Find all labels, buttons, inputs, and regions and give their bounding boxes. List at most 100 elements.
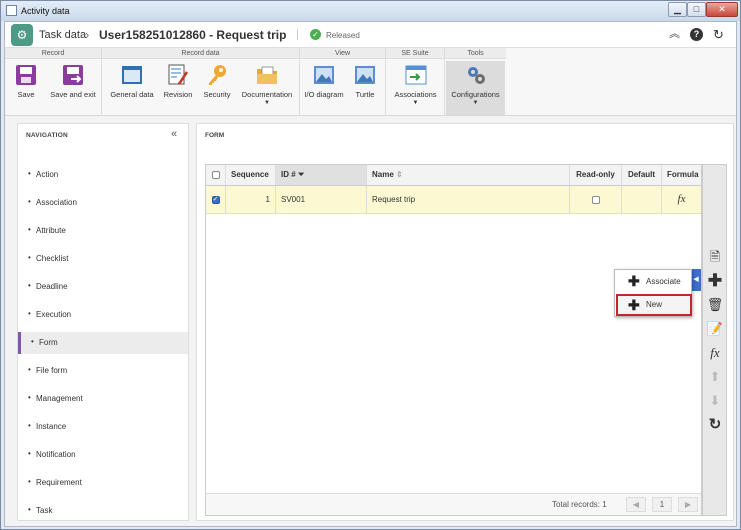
application-window: Activity data ▁ □ ✕ ⚙ Task data › User15… — [0, 0, 741, 530]
select-all-checkbox[interactable] — [206, 165, 226, 185]
nav-item-label: File form — [36, 366, 68, 375]
save-button[interactable]: Save — [7, 61, 45, 115]
nav-item-label: Notification — [36, 450, 76, 459]
ribbon-group-title: Record data — [102, 48, 299, 59]
ribbon-group-tools: Tools Configurations ▼ — [445, 48, 506, 116]
nav-item-deadline[interactable]: • Deadline — [18, 276, 188, 298]
maximize-button[interactable]: □ — [687, 2, 706, 17]
released-status-icon: ✓ — [310, 29, 321, 40]
sort-desc-icon: ⏷ — [297, 170, 305, 179]
grid-footer: Total records: 1 ◀ 1 ▶ — [206, 493, 701, 515]
new-menu-item[interactable]: ✚ New — [616, 294, 692, 316]
documentation-button[interactable]: Documentation ▼ — [237, 61, 297, 115]
nav-item-execution[interactable]: • Execution — [18, 304, 188, 326]
help-icon[interactable]: ? — [690, 28, 703, 41]
prev-page-button[interactable]: ◀ — [626, 497, 646, 512]
add-icon[interactable]: ✚ — [705, 271, 725, 291]
save-icon — [16, 65, 36, 85]
ribbon-group-record-data: Record data General data Revision Securi… — [102, 48, 300, 116]
move-up-icon[interactable]: ⬆ — [705, 367, 725, 387]
column-header-default[interactable]: Default — [622, 165, 662, 185]
title-bar: Activity data ▁ □ ✕ — [1, 1, 740, 21]
ribbon-group-record: Record Save Save and exit — [5, 48, 102, 116]
associate-label: Associate — [646, 277, 681, 286]
nav-item-label: Requirement — [36, 478, 82, 487]
column-header-formula[interactable]: Formula — [662, 165, 701, 185]
edit-document-icon[interactable]: 📝 — [705, 319, 725, 339]
collapse-navigation-icon[interactable]: « — [171, 128, 177, 140]
io-diagram-button[interactable]: I/O diagram — [303, 61, 345, 115]
minimize-button[interactable]: ▁ — [668, 2, 687, 17]
save-and-exit-button[interactable]: Save and exit — [45, 61, 101, 115]
general-data-icon — [122, 66, 142, 84]
nav-item-file-form[interactable]: • File form — [18, 360, 188, 382]
cell-default — [622, 186, 662, 213]
nav-item-notification[interactable]: • Notification — [18, 444, 188, 466]
security-button[interactable]: Security — [199, 61, 235, 115]
ribbon-group-se-suite: SE Suite Associations ▼ — [386, 48, 445, 116]
revision-button[interactable]: Revision — [159, 61, 197, 115]
configurations-button[interactable]: Configurations ▼ — [446, 61, 505, 115]
turtle-label: Turtle — [355, 90, 375, 99]
nav-item-requirement[interactable]: • Requirement — [18, 472, 188, 494]
module-title: Task data — [39, 29, 87, 41]
table-row[interactable]: ✓ 1 SV001 Request trip fx — [206, 186, 701, 214]
column-header-read-only[interactable]: Read-only — [570, 165, 622, 185]
nav-item-attribute[interactable]: • Attribute — [18, 220, 188, 242]
cell-read-only-checkbox[interactable] — [570, 186, 622, 213]
total-records: Total records: 1 — [552, 500, 607, 509]
breadcrumb-chevron-icon: › — [85, 27, 90, 42]
turtle-button[interactable]: Turtle — [347, 61, 383, 115]
revision-label: Revision — [163, 90, 193, 99]
nav-item-label: Management — [36, 394, 83, 403]
formula-icon[interactable]: fx — [662, 186, 701, 213]
view-record-icon[interactable]: 🗎 — [705, 247, 725, 267]
associations-button[interactable]: Associations ▼ — [388, 61, 443, 115]
ribbon-group-title: SE Suite — [386, 48, 444, 59]
page-number: 1 — [652, 497, 672, 512]
save-and-exit-icon — [63, 65, 83, 85]
next-page-button[interactable]: ▶ — [678, 497, 698, 512]
close-window-button[interactable]: ✕ — [706, 2, 738, 17]
cell-sequence: 1 — [226, 186, 276, 213]
move-down-icon[interactable]: ⬇ — [705, 391, 725, 411]
general-data-button[interactable]: General data — [107, 61, 157, 115]
page-header: ⚙ Task data › User158251012860 - Request… — [5, 22, 736, 48]
nav-item-label: Checklist — [36, 254, 69, 263]
form-grid: Sequence ID # ⏷ Name ⇕ Read-only Default… — [205, 164, 702, 516]
refresh-icon[interactable]: ↻ — [712, 28, 725, 41]
column-header-id[interactable]: ID # ⏷ — [276, 165, 367, 185]
dropdown-arrow-icon: ▼ — [412, 100, 419, 106]
grid-side-toolbar: 🗎 ✚ 🗑 📝 fx ⬆ ⬇ ↻ — [702, 164, 727, 516]
navigation-title: NAVIGATION — [26, 132, 68, 139]
associations-label: Associations — [394, 90, 437, 99]
formula-icon[interactable]: fx — [705, 343, 725, 363]
delete-icon[interactable]: 🗑 — [705, 295, 725, 315]
ribbon-group-title: Tools — [445, 48, 506, 59]
sort-icon: ⇕ — [396, 170, 403, 179]
save-and-exit-label: Save and exit — [50, 90, 96, 99]
column-header-sequence[interactable]: Sequence — [226, 165, 276, 185]
nav-item-management[interactable]: • Management — [18, 388, 188, 410]
revision-icon — [168, 64, 189, 85]
row-checkbox[interactable]: ✓ — [206, 186, 226, 213]
io-diagram-label: I/O diagram — [304, 90, 344, 99]
nav-item-task[interactable]: • Task — [18, 500, 188, 522]
collapse-header-icon[interactable]: ︽ — [668, 28, 681, 41]
nav-item-checklist[interactable]: • Checklist — [18, 248, 188, 270]
associate-menu-item[interactable]: ✚ Associate — [616, 271, 692, 293]
status-badge: Released — [326, 31, 360, 40]
nav-item-association[interactable]: • Association — [18, 192, 188, 214]
nav-item-instance[interactable]: • Instance — [18, 416, 188, 438]
associations-icon — [405, 65, 426, 85]
dropdown-arrow-icon: ▼ — [472, 100, 479, 106]
general-data-label: General data — [110, 90, 154, 99]
documentation-folder-icon — [257, 66, 277, 84]
refresh-icon[interactable]: ↻ — [705, 415, 725, 435]
nav-item-form[interactable]: • Form — [18, 332, 188, 354]
add-popup-menu: ✚ Associate ✚ New — [614, 269, 692, 317]
column-header-name[interactable]: Name ⇕ — [367, 165, 570, 185]
record-title: User158251012860 - Request trip — [99, 28, 287, 42]
nav-item-label: Task — [36, 506, 53, 515]
nav-item-action[interactable]: • Action — [18, 164, 188, 186]
